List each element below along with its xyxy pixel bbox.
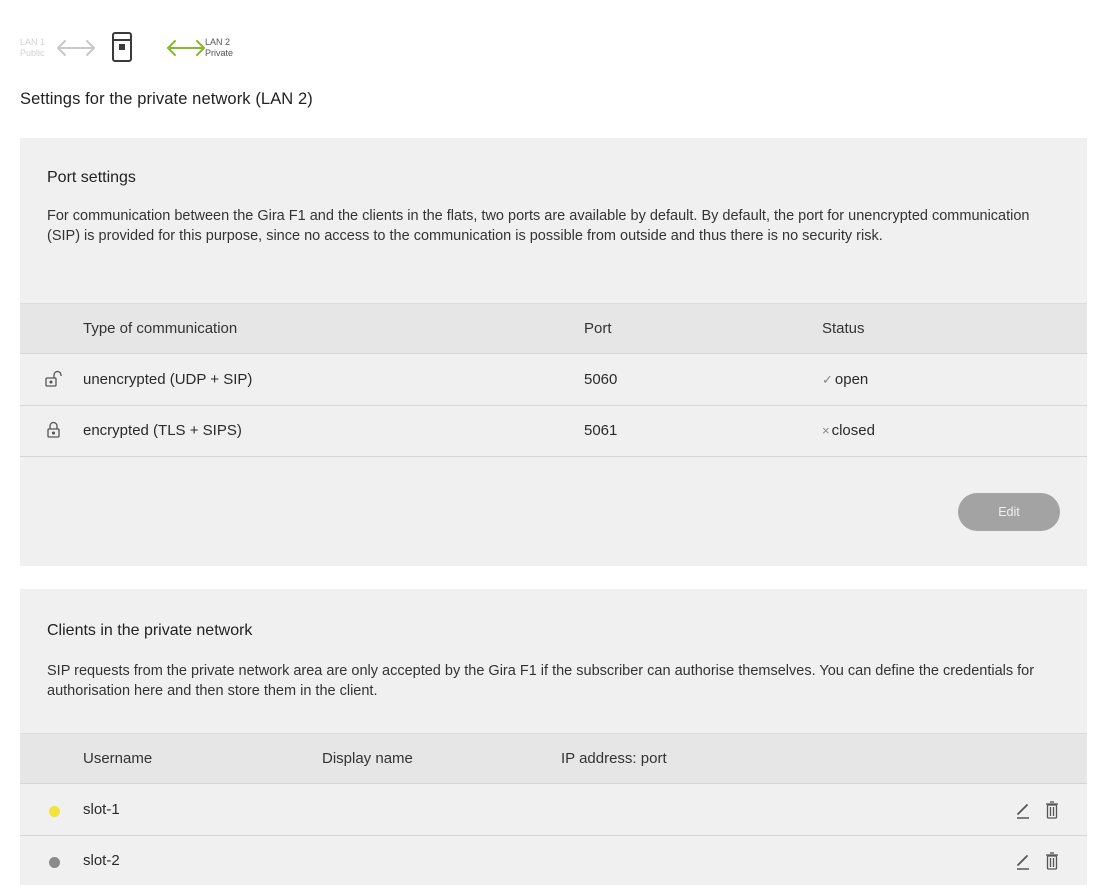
column-port: Port [584, 320, 612, 337]
row-actions [1015, 800, 1063, 820]
check-icon: ✓ [822, 372, 833, 387]
status-value: × closed [822, 422, 875, 439]
status-text: closed [831, 422, 875, 439]
pencil-icon[interactable] [1015, 800, 1031, 820]
network-indicator: LAN 1 Public LAN 2 Private [20, 32, 280, 68]
pencil-icon[interactable] [1015, 851, 1031, 871]
clients-title: Clients in the private network [47, 622, 253, 639]
table-row: slot-1 [20, 785, 1087, 836]
clients-table-header: Username Display name IP address: port [20, 733, 1087, 784]
clients-description: SIP requests from the private network ar… [47, 663, 1035, 699]
column-status: Status [822, 320, 865, 337]
column-username: Username [83, 750, 153, 767]
lan2-label: LAN 2 Private [205, 37, 233, 59]
table-row: slot-2 [20, 836, 1087, 885]
port-settings-description: For communication between the Gira F1 an… [47, 208, 1030, 244]
table-row: unencrypted (UDP + SIP) 5060 ✓ open [20, 355, 1087, 406]
lan2-name: LAN 2 [205, 37, 231, 47]
communication-type: unencrypted (UDP + SIP) [83, 371, 253, 388]
clients-panel: Clients in the private network SIP reque… [20, 589, 1087, 885]
port-value: 5061 [584, 422, 618, 439]
port-value: 5060 [584, 371, 618, 388]
double-arrow-icon [57, 40, 95, 56]
username: slot-2 [83, 852, 120, 869]
status-dot [49, 857, 60, 868]
communication-type: encrypted (TLS + SIPS) [83, 422, 242, 439]
lan1-subtitle: Public [20, 48, 45, 58]
device-icon [112, 32, 132, 62]
username: slot-1 [83, 801, 120, 818]
port-settings-title: Port settings [47, 169, 136, 186]
trash-icon[interactable] [1045, 851, 1059, 871]
lan1-label: LAN 1 Public [20, 37, 45, 59]
port-table-header: Type of communication Port Status [20, 303, 1087, 354]
double-arrow-icon [167, 40, 205, 56]
column-type-of-communication: Type of communication [83, 320, 238, 337]
lan2-subtitle: Private [205, 48, 234, 58]
edit-button[interactable]: Edit [958, 493, 1060, 531]
port-settings-panel: Port settings For communication between … [20, 138, 1087, 566]
trash-icon[interactable] [1045, 800, 1059, 820]
row-actions [1015, 851, 1063, 871]
column-ip-address-port: IP address: port [561, 750, 667, 767]
status-dot [49, 806, 60, 817]
page-title: Settings for the private network (LAN 2) [20, 90, 313, 108]
status-text: open [834, 371, 869, 388]
column-display-name: Display name [322, 750, 413, 767]
lan1-name: LAN 1 [20, 37, 46, 47]
unlocked-padlock-icon [45, 370, 62, 387]
table-row: encrypted (TLS + SIPS) 5061 × closed [20, 406, 1087, 457]
locked-padlock-icon [47, 421, 60, 438]
close-icon: × [822, 423, 830, 438]
status-value: ✓ open [822, 371, 868, 388]
